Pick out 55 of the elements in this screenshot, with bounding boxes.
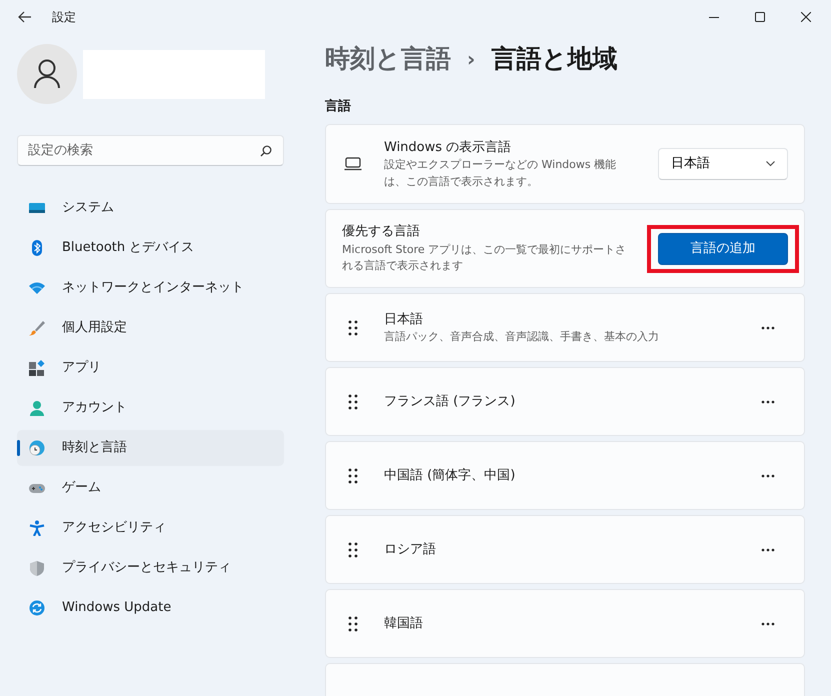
laptop-icon <box>344 157 362 171</box>
wifi-icon <box>28 280 46 296</box>
sidebar-item[interactable]: アプリ <box>17 350 284 386</box>
sidebar-item[interactable]: プライバシーとセキュリティ <box>17 550 284 586</box>
display-language-description: 設定やエクスプローラーなどの Windows 機能は、この言語で表示されます。 <box>384 157 618 190</box>
sidebar-item[interactable]: Windows Update <box>17 590 284 626</box>
sidebar-item[interactable]: システム <box>17 190 284 226</box>
window-title: 設定 <box>52 9 76 26</box>
page-title: 言語と地域 <box>491 43 618 75</box>
display-language-title: Windows の表示言語 <box>384 138 512 157</box>
display-language-dropdown[interactable]: 日本語 <box>658 148 788 180</box>
language-name: ロシア語 <box>384 540 436 559</box>
paintbrush-icon <box>28 320 46 336</box>
maximize-icon <box>755 12 765 22</box>
globe-clock-icon <box>28 440 46 456</box>
drag-handle-icon[interactable] <box>348 542 358 558</box>
apps-icon <box>28 360 46 376</box>
ellipsis-icon <box>761 326 775 330</box>
sidebar-item[interactable]: 個人用設定 <box>17 310 284 346</box>
person-icon <box>28 400 46 416</box>
drag-handle-icon[interactable] <box>348 320 358 336</box>
search-field[interactable]: 設定の検索 <box>17 135 284 166</box>
language-name: フランス語 (フランス) <box>384 392 516 411</box>
section-heading: 言語 <box>325 98 352 116</box>
close-icon <box>801 12 811 22</box>
accessibility-icon <box>28 520 46 536</box>
ellipsis-icon <box>761 622 775 626</box>
back-arrow-icon[interactable] <box>18 11 32 23</box>
shield-icon <box>28 560 46 576</box>
breadcrumb-separator: › <box>467 46 476 73</box>
sidebar-item[interactable]: Bluetooth とデバイス <box>17 230 284 266</box>
language-name: 韓国語 <box>384 614 423 633</box>
sidebar-item[interactable]: アカウント <box>17 390 284 426</box>
ellipsis-icon <box>761 548 775 552</box>
sidebar-item[interactable]: ネットワークとインターネット <box>17 270 284 306</box>
ellipsis-icon <box>761 474 775 478</box>
monitor-icon <box>28 200 46 216</box>
language-features: 言語パック、音声合成、音声認識、手書き、基本の入力 <box>384 329 659 345</box>
language-name: 日本語 <box>384 310 424 328</box>
drag-handle-icon[interactable] <box>348 394 358 410</box>
language-name: 中国語 (簡体字、中国) <box>384 466 516 485</box>
preferred-languages-description: Microsoft Store アプリは、この一覧で最初にサポートされる言語で表示されます <box>342 242 628 274</box>
search-icon <box>260 145 272 157</box>
chevron-down-icon <box>766 161 775 167</box>
ellipsis-icon <box>761 400 775 404</box>
breadcrumb-parent-link[interactable]: 時刻と言語 <box>325 40 451 78</box>
sidebar-item[interactable]: ゲーム <box>17 470 284 506</box>
selection-indicator <box>17 440 20 456</box>
sidebar-item[interactable]: 時刻と言語 <box>17 430 284 466</box>
add-language-button[interactable]: 言語の追加 <box>658 232 788 264</box>
sidebar-item[interactable]: アクセシビリティ <box>17 510 284 546</box>
drag-handle-icon[interactable] <box>348 616 358 632</box>
preferred-languages-title: 優先する言語 <box>342 223 421 242</box>
drag-handle-icon[interactable] <box>348 468 358 484</box>
sync-icon <box>28 600 46 616</box>
